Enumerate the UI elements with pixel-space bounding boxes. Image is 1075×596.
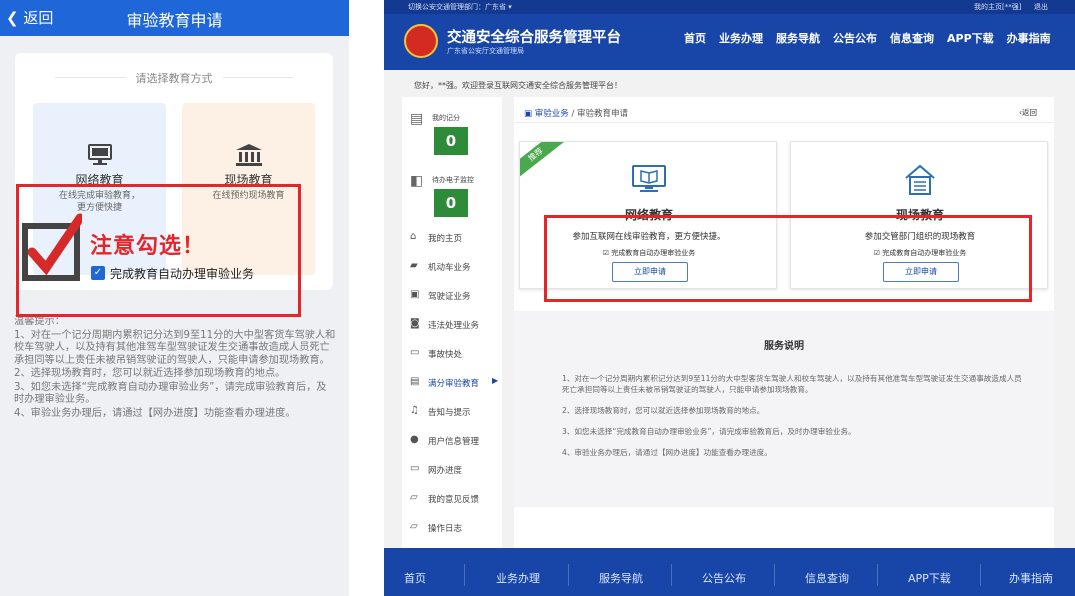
stat-label: 待办电子监控	[432, 176, 474, 184]
divider	[877, 564, 878, 586]
site-subtitle: 广东省公安厅交通管理局	[447, 47, 524, 55]
tip-item: 1、对在一个记分周期内累积记分达到9至11分的大中型客货车驾驶人和校车驾驶人，以…	[14, 329, 336, 366]
header: 切换公安交通管理部门：广东省 ▾ 我的主页[**强] 退出 交通安全综合服务管理…	[384, 0, 1075, 70]
service-title: 服务说明	[764, 341, 804, 352]
main-content: ▣ 审验业务 / 审验教育申请 ‹返回 推荐 网络教育 参加互联网在线审验教育，…	[514, 97, 1054, 549]
card-icon: ▣	[410, 289, 420, 300]
service-item: 4、审验业务办理后，请通过【网办进度】功能查看办理进度。	[562, 448, 772, 457]
divider	[568, 564, 569, 586]
divider	[464, 564, 465, 586]
car-icon: ▰	[410, 260, 418, 271]
nav-item-announcements[interactable]: 公告公布	[833, 30, 877, 46]
footer-link-business[interactable]: 业务办理	[496, 570, 540, 586]
computer-icon	[33, 143, 166, 171]
footer-link-home[interactable]: 首页	[404, 570, 426, 586]
main-nav: 首页 业务办理 服务导航 公告公布 信息查询 APP下载 办事指南	[684, 30, 1064, 46]
my-home-link[interactable]: 我的主页[**强]	[974, 2, 1021, 12]
feedback-icon: ▱	[410, 492, 418, 503]
switch-department-link[interactable]: 切换公安交通管理部门：广东省 ▾	[408, 2, 512, 12]
footer-link-service-guide[interactable]: 服务导航	[599, 570, 643, 586]
sidebar: ▤ 我的记分 0 ◧ 待办电子监控 0 ⌂ 我的主页 ▰ 机动车业务 ▣ 驾驶证业务 …	[402, 97, 502, 549]
greeting: 您好，**强。欢迎登录互联网交通安全综合服务管理平台！	[414, 81, 622, 90]
nav-item-info-query[interactable]: 信息查询	[890, 30, 934, 46]
service-item: 1、对在一个记分周期内累积记分达到9至11分的大中型客货车驾驶人和校车驾驶人，以…	[562, 374, 1022, 394]
nav-item-service-guide[interactable]: 服务导航	[776, 30, 820, 46]
service-list: 1、对在一个记分周期内累积记分达到9至11分的大中型客货车驾驶人和校车驾驶人，以…	[562, 373, 1022, 468]
top-bar: 切换公安交通管理部门：广东省 ▾ 我的主页[**强] 退出	[384, 0, 1075, 14]
stat-label: 我的记分	[432, 114, 460, 122]
footer-link-announcements[interactable]: 公告公布	[702, 570, 746, 586]
nav-item-guide[interactable]: 办事指南	[1007, 30, 1051, 46]
nav-item-app-download[interactable]: APP下载	[947, 30, 994, 46]
tips-title: 温馨提示：	[14, 316, 65, 327]
footer-link-info-query[interactable]: 信息查询	[805, 570, 849, 586]
progress-icon: ▭	[410, 463, 420, 474]
tip-item: 2、选择现场教育时，您可以就近选择参加现场教育的地点。	[14, 368, 286, 379]
camera-icon: ◙	[410, 318, 420, 329]
divider	[671, 564, 672, 586]
page-title: 审验教育申请	[126, 11, 223, 30]
choose-label: 请选择教育方式	[15, 70, 333, 86]
footer-link-app-download[interactable]: APP下载	[908, 570, 951, 586]
stat-pending-monitoring[interactable]: ◧ 待办电子监控 0	[402, 161, 502, 223]
stat-my-points[interactable]: ▤ 我的记分 0	[402, 99, 502, 161]
home-icon: ⌂	[410, 231, 417, 242]
nav-item-business[interactable]: 业务办理	[719, 30, 763, 46]
tips: 温馨提示： 1、对在一个记分周期内累积记分达到9至11分的大中型客货车驾驶人和校…	[14, 316, 336, 421]
back-link[interactable]: ‹返回	[1019, 107, 1037, 118]
exit-link[interactable]: 退出	[1034, 2, 1048, 12]
chevron-right-icon: ▶	[492, 376, 499, 385]
divider	[774, 564, 775, 586]
divider	[514, 122, 1054, 123]
camera-icon: ◧	[410, 173, 424, 189]
site-title: 交通安全综合服务管理平台	[447, 30, 621, 46]
monitor-book-icon	[520, 164, 776, 198]
service-item: 2、选择现场教育时，您可以就近选择参加现场教育的地点。	[562, 406, 765, 415]
highlight-box	[544, 215, 1032, 302]
highlight-box	[16, 184, 301, 317]
breadcrumb: ▣ 审验业务 / 审验教育申请	[524, 109, 629, 119]
user-icon: ●	[410, 434, 419, 445]
log-icon: ▱	[410, 521, 418, 532]
footer-link-guide[interactable]: 办事指南	[1009, 570, 1053, 586]
card-icon: ▤	[410, 376, 420, 387]
breadcrumb-current: 审验教育申请	[577, 109, 629, 119]
tip-item: 3、如您未选择“完成教育自动办理审验业务”，请完成审验教育后，及时办理审验业务。	[14, 381, 327, 406]
stat-value: 0	[434, 189, 468, 217]
bell-icon: ♫	[410, 405, 419, 416]
building-icon	[182, 143, 315, 171]
document-icon: ▤	[410, 111, 424, 127]
service-item: 3、如您未选择“完成教育自动办理审验业务”，请完成审验教育后，及时办理审验业务。	[562, 427, 856, 436]
car-icon: ▭	[410, 347, 420, 358]
police-emblem-icon	[404, 24, 438, 58]
divider	[980, 564, 981, 586]
nav-item-home[interactable]: 首页	[684, 30, 706, 46]
tip-item: 4、审验业务办理后，请通过【网办进度】功能查看办理进度。	[14, 407, 296, 419]
folder-icon: ▣	[524, 109, 533, 119]
mobile-navbar: ❮ 返回 审验教育申请	[0, 0, 349, 36]
house-document-icon	[791, 164, 1049, 200]
breadcrumb-root[interactable]: 审验业务	[535, 109, 569, 119]
stat-value: 0	[434, 127, 468, 155]
service-description: 服务说明 1、对在一个记分周期内累积记分达到9至11分的大中型客货车驾驶人和校车…	[514, 311, 1054, 507]
